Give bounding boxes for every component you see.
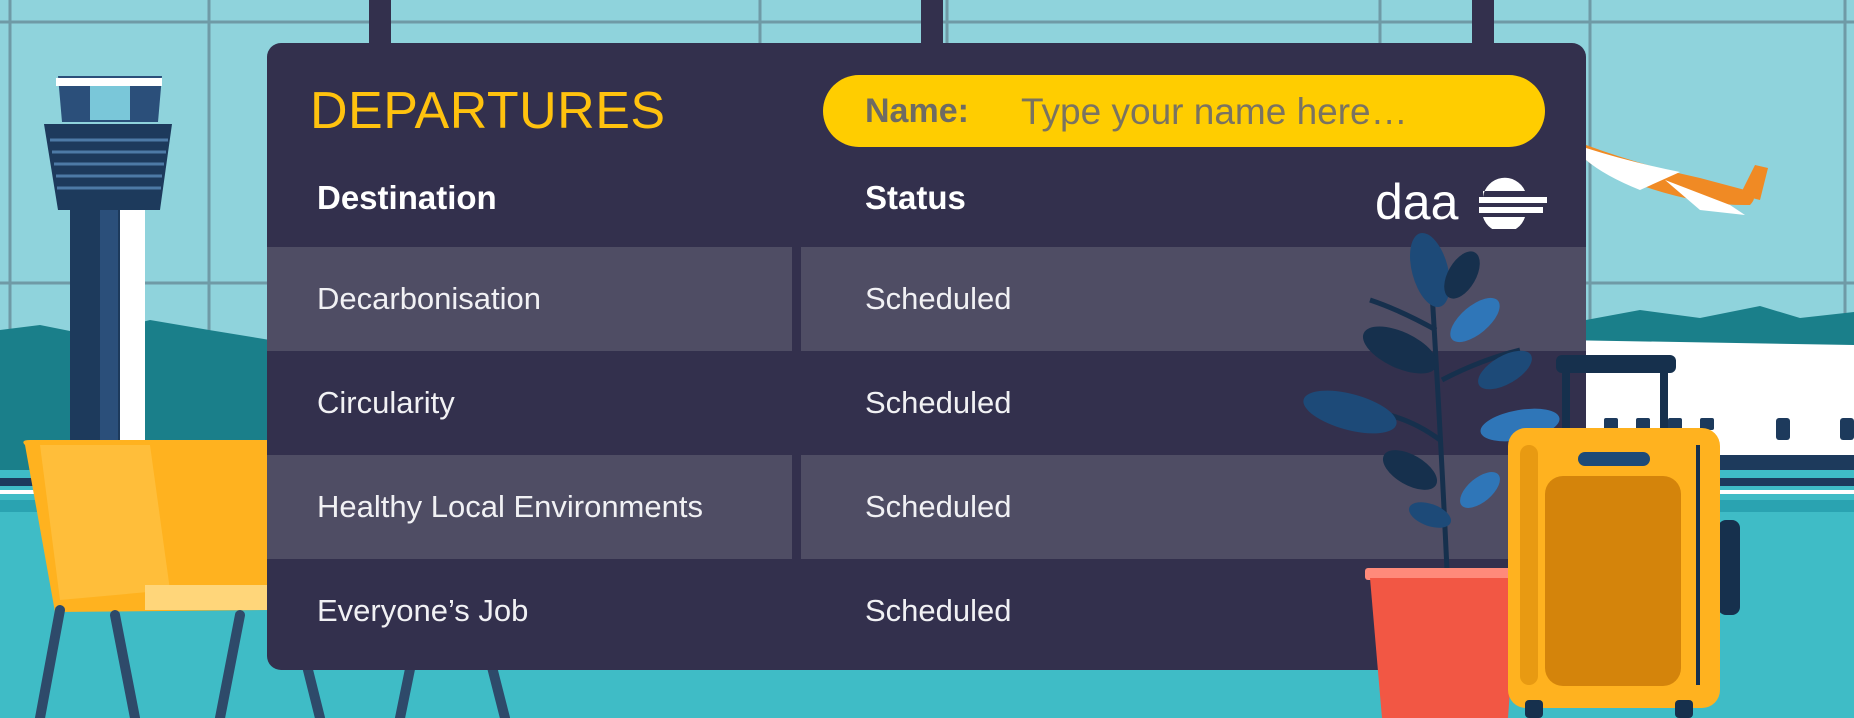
status-cell: Scheduled xyxy=(801,247,1586,351)
table-row: Decarbonisation Scheduled xyxy=(267,247,1586,351)
destination-cell: Everyone’s Job xyxy=(267,559,792,663)
destination-cell: Circularity xyxy=(267,351,792,455)
destination-cell: Healthy Local Environments xyxy=(267,455,792,559)
status-cell: Scheduled xyxy=(801,559,1586,663)
status-text: Scheduled xyxy=(865,593,1012,628)
name-label: Name: xyxy=(865,92,969,130)
table-row: Circularity Scheduled xyxy=(267,351,1586,455)
table-row: Everyone’s Job Scheduled xyxy=(267,559,1586,663)
status-text: Scheduled xyxy=(865,281,1012,316)
destination-text: Healthy Local Environments xyxy=(317,489,703,524)
status-cell: Scheduled xyxy=(801,351,1586,455)
page-title: DEPARTURES xyxy=(310,82,666,140)
destination-cell: Decarbonisation xyxy=(267,247,792,351)
daa-logo-icon: daa xyxy=(1375,174,1547,229)
departures-board: DEPARTURES Name: Destination Status daa … xyxy=(267,43,1586,670)
destination-text: Decarbonisation xyxy=(317,281,542,316)
logo-text: daa xyxy=(1375,174,1459,229)
status-text: Scheduled xyxy=(865,489,1012,524)
column-header-status: Status xyxy=(865,179,966,216)
column-header-destination: Destination xyxy=(317,179,497,216)
destination-text: Everyone’s Job xyxy=(317,593,529,628)
destination-text: Circularity xyxy=(317,385,455,420)
status-text: Scheduled xyxy=(865,385,1012,420)
name-input[interactable] xyxy=(1019,83,1513,141)
table-row: Healthy Local Environments Scheduled xyxy=(267,455,1586,559)
status-cell: Scheduled xyxy=(801,455,1586,559)
name-field[interactable]: Name: xyxy=(823,75,1545,147)
